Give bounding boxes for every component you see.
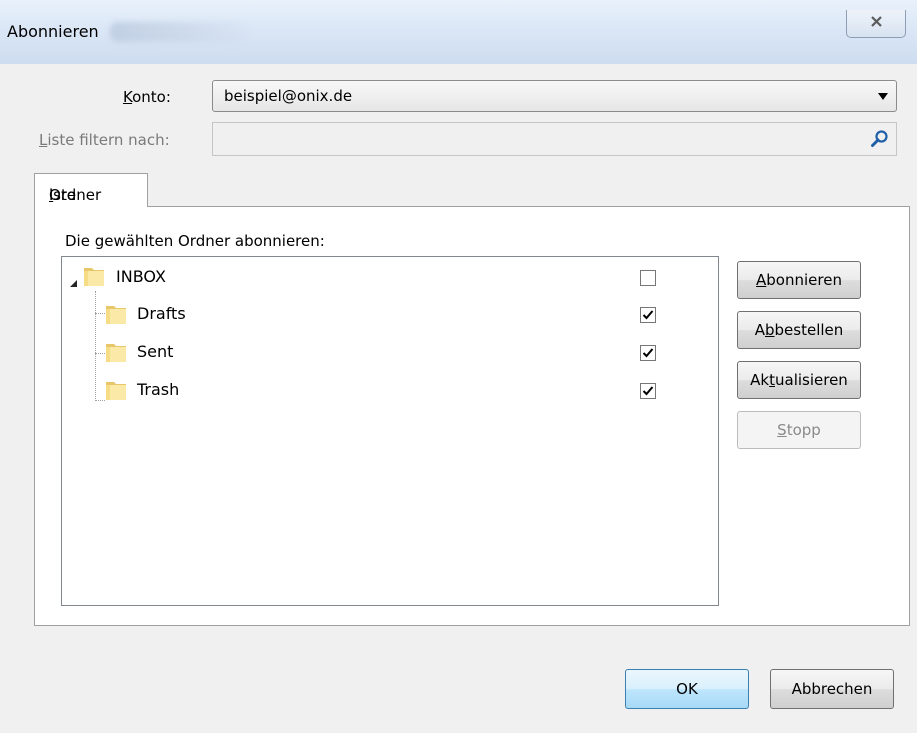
subscribe-checkbox[interactable]: [640, 345, 656, 361]
tab-folder-list[interactable]: Ordner l iste: [34, 173, 148, 207]
folder-name: Sent: [137, 342, 174, 361]
folder-tree[interactable]: INBOX Drafts Sent Trash: [61, 256, 719, 606]
tree-row[interactable]: Trash: [62, 375, 718, 407]
subscribe-checkbox[interactable]: [640, 270, 656, 286]
folder-icon: [105, 303, 127, 325]
filter-field: [212, 122, 897, 156]
filter-label: Liste filtern nach:: [39, 131, 170, 149]
tree-row[interactable]: Drafts: [62, 299, 718, 331]
ok-button[interactable]: OK: [625, 669, 749, 709]
search-icon[interactable]: [870, 129, 890, 149]
cancel-button[interactable]: Abbrechen: [770, 669, 894, 709]
subscribe-button[interactable]: Abonnieren: [737, 261, 861, 299]
chevron-down-icon: [878, 93, 888, 100]
tree-row[interactable]: INBOX: [62, 261, 718, 293]
folder-name: Drafts: [137, 304, 186, 323]
subscribe-checkbox[interactable]: [640, 383, 656, 399]
folder-icon: [105, 379, 127, 401]
title-blurred-text: [110, 22, 250, 42]
stop-button[interactable]: Stopp: [737, 411, 861, 449]
unsubscribe-button[interactable]: Ab bestellen: [737, 311, 861, 349]
expand-icon[interactable]: [70, 273, 78, 292]
account-select[interactable]: beispiel@onix.de: [212, 80, 897, 112]
filter-input[interactable]: [213, 123, 869, 155]
folder-icon: [105, 341, 127, 363]
subscribe-checkbox[interactable]: [640, 307, 656, 323]
close-button[interactable]: [846, 10, 906, 38]
panel-heading: Die gewählten Ordner abonnieren:: [65, 232, 325, 250]
tree-row[interactable]: Sent: [62, 337, 718, 369]
refresh-button[interactable]: Ak t ualisieren: [737, 361, 861, 399]
folder-name: INBOX: [116, 267, 166, 286]
title-bar: Abonnieren: [0, 0, 917, 64]
account-select-value: beispiel@onix.de: [224, 87, 353, 105]
folder-icon: [83, 265, 105, 287]
folder-name: Trash: [137, 380, 180, 399]
account-label: Konto:: [123, 88, 171, 106]
window-title: Abonnieren: [7, 22, 99, 41]
close-icon: [870, 15, 883, 32]
